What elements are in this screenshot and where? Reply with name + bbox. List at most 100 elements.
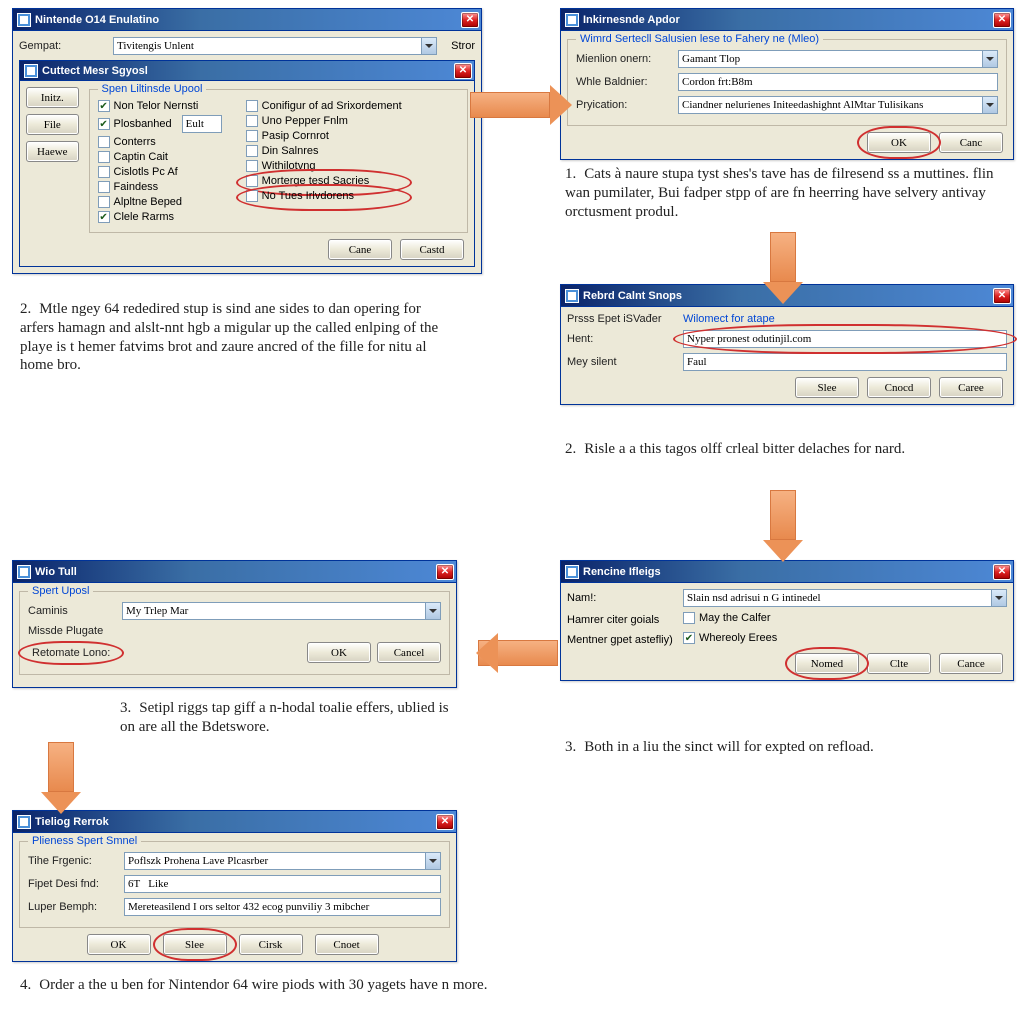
chevron-down-icon[interactable] bbox=[421, 37, 437, 55]
checkbox-icon[interactable] bbox=[683, 612, 695, 624]
chevron-down-icon[interactable] bbox=[425, 852, 441, 870]
combo-gempat-value[interactable] bbox=[113, 37, 421, 55]
chevron-down-icon[interactable] bbox=[991, 589, 1007, 607]
checkbox-option[interactable]: Conterrs bbox=[98, 136, 222, 148]
side-button[interactable]: Haewe bbox=[26, 141, 79, 162]
text-input[interactable] bbox=[678, 73, 998, 91]
checkbox-option[interactable]: Captin Cait bbox=[98, 151, 222, 163]
close-icon[interactable] bbox=[993, 564, 1011, 580]
checkbox-option[interactable]: No Tues Irlvdorens bbox=[246, 190, 402, 202]
cnoet-button[interactable]: Cnoet bbox=[315, 934, 379, 955]
checkbox-icon[interactable] bbox=[98, 196, 110, 208]
combo-value[interactable] bbox=[124, 852, 425, 870]
titlebar[interactable]: Nintende O14 Enulatino bbox=[13, 9, 481, 31]
ok-button[interactable]: OK bbox=[307, 642, 371, 663]
checkbox-option[interactable]: Din Salnres bbox=[246, 145, 402, 157]
chevron-down-icon[interactable] bbox=[982, 96, 998, 114]
cnocd-button[interactable]: Cnocd bbox=[867, 377, 931, 398]
checkbox-icon[interactable] bbox=[98, 181, 110, 193]
checkbox-option[interactable]: ✔Plosbanhed bbox=[98, 115, 222, 133]
checkbox-option[interactable]: Cislotls Pc Af bbox=[98, 166, 222, 178]
cance-button[interactable]: Cance bbox=[939, 653, 1003, 674]
checkbox-option[interactable]: Morterge tesd Sacries bbox=[246, 175, 402, 187]
cancel-button[interactable]: Cancel bbox=[377, 642, 441, 663]
cane-button[interactable]: Cane bbox=[328, 239, 392, 260]
castd-button[interactable]: Castd bbox=[400, 239, 464, 260]
slee-button[interactable]: Slee bbox=[795, 377, 859, 398]
close-icon[interactable] bbox=[993, 12, 1011, 28]
close-icon[interactable] bbox=[993, 288, 1011, 304]
checkbox-icon[interactable] bbox=[98, 136, 110, 148]
checkbox-icon[interactable] bbox=[246, 145, 258, 157]
nomed-button[interactable]: Nomed bbox=[795, 653, 859, 674]
chevron-down-icon[interactable] bbox=[425, 602, 441, 620]
titlebar[interactable]: Rencine Ifleigs bbox=[561, 561, 1013, 583]
checkbox-icon[interactable]: ✔ bbox=[683, 632, 695, 644]
combo-value[interactable] bbox=[678, 96, 982, 114]
checkbox-icon[interactable] bbox=[98, 151, 110, 163]
label-caminis: Caminis bbox=[28, 605, 116, 617]
close-icon[interactable] bbox=[436, 564, 454, 580]
combo-nam-value[interactable] bbox=[683, 589, 991, 607]
close-icon[interactable] bbox=[461, 12, 479, 28]
cirsk-button[interactable]: Cirsk bbox=[239, 934, 303, 955]
label-stror: Stror bbox=[451, 40, 475, 52]
caree-button[interactable]: Caree bbox=[939, 377, 1003, 398]
combo-gempat[interactable] bbox=[113, 37, 437, 55]
checkbox-option[interactable]: ✔Clele Rarms bbox=[98, 211, 222, 223]
checkbox-option[interactable]: Withilotvng bbox=[246, 160, 402, 172]
checkbox-option[interactable]: Faindess bbox=[98, 181, 222, 193]
combo-caminis[interactable] bbox=[122, 602, 441, 620]
text-input[interactable] bbox=[124, 875, 441, 893]
inner-titlebar[interactable]: Cuttect Mesr Sgyosl bbox=[20, 61, 474, 81]
titlebar[interactable]: Tieliog Rerrok bbox=[13, 811, 456, 833]
window-title: Rencine Ifleigs bbox=[583, 566, 661, 578]
checkbox-icon[interactable] bbox=[246, 130, 258, 142]
field-label: Whle Baldnier: bbox=[576, 76, 672, 88]
clte-button[interactable]: Clte bbox=[867, 653, 931, 674]
combo-nam[interactable] bbox=[683, 589, 1007, 607]
checkbox-option[interactable]: Uno Pepper Fnlm bbox=[246, 115, 402, 127]
checkbox-option[interactable]: Alpltne Beped bbox=[98, 196, 222, 208]
checkbox-icon[interactable] bbox=[246, 115, 258, 127]
checkbox-icon[interactable]: ✔ bbox=[98, 211, 110, 223]
checkbox-icon[interactable]: ✔ bbox=[98, 100, 110, 112]
combo-value[interactable] bbox=[678, 50, 982, 68]
combo-field[interactable] bbox=[124, 852, 441, 870]
ok-button[interactable]: OK bbox=[867, 132, 931, 153]
combo-caminis-value[interactable] bbox=[122, 602, 425, 620]
inline-input[interactable] bbox=[182, 115, 222, 133]
combo-field[interactable] bbox=[678, 50, 998, 68]
text-input[interactable] bbox=[683, 330, 1007, 348]
checkbox-label: Withilotvng bbox=[262, 160, 316, 172]
slee-button[interactable]: Slee bbox=[163, 934, 227, 955]
checkbox-label: Conterrs bbox=[114, 136, 156, 148]
side-button[interactable]: File bbox=[26, 114, 79, 135]
checkbox-icon[interactable] bbox=[246, 190, 258, 202]
field-label: Tihe Frgenic: bbox=[28, 855, 118, 867]
side-button[interactable]: Initz. bbox=[26, 87, 79, 108]
combo-field[interactable] bbox=[678, 96, 998, 114]
close-icon[interactable] bbox=[454, 63, 472, 79]
checkbox-icon[interactable] bbox=[246, 160, 258, 172]
close-icon[interactable] bbox=[436, 814, 454, 830]
titlebar[interactable]: Inkirnesnde Apdor bbox=[561, 9, 1013, 31]
titlebar[interactable]: Rebrd Calnt Snops bbox=[561, 285, 1013, 307]
ok-button[interactable]: OK bbox=[87, 934, 151, 955]
checkbox-icon[interactable]: ✔ bbox=[98, 118, 110, 130]
checkbox-icon[interactable] bbox=[246, 100, 258, 112]
titlebar[interactable]: Wio Tull bbox=[13, 561, 456, 583]
checkbox-option[interactable]: Conifigur of ad Srixordement bbox=[246, 100, 402, 112]
text-input[interactable] bbox=[683, 353, 1007, 371]
checkbox-icon[interactable] bbox=[98, 166, 110, 178]
check-whereoly[interactable]: ✔ Whereoly Erees bbox=[683, 632, 777, 644]
check-may[interactable]: May the Calfer bbox=[683, 612, 771, 624]
app-icon bbox=[565, 289, 579, 303]
group-legend: Spert Uposl bbox=[28, 585, 93, 597]
checkbox-icon[interactable] bbox=[246, 175, 258, 187]
checkbox-option[interactable]: Pasip Cornrot bbox=[246, 130, 402, 142]
canc-button[interactable]: Canc bbox=[939, 132, 1003, 153]
checkbox-option[interactable]: ✔Non Telor Nernsti bbox=[98, 100, 222, 112]
chevron-down-icon[interactable] bbox=[982, 50, 998, 68]
text-input[interactable] bbox=[124, 898, 441, 916]
